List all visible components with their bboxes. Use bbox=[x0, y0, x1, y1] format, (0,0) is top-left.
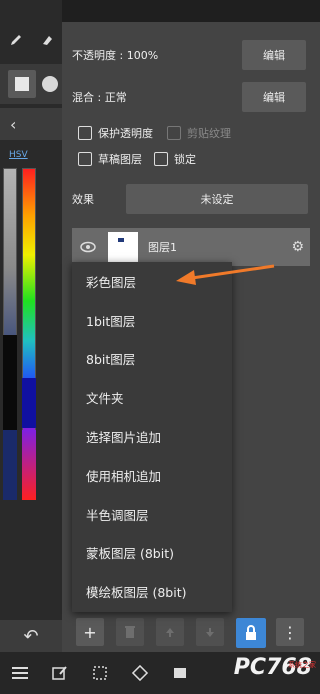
hue-slider-lower bbox=[22, 430, 36, 500]
collapse-button[interactable]: ‹ bbox=[0, 108, 62, 140]
undo-button[interactable]: ↶ bbox=[0, 620, 62, 652]
edit-icon[interactable] bbox=[50, 663, 70, 683]
menu-item-stencil-layer[interactable]: 模绘板图层 (8bit) bbox=[72, 572, 232, 611]
draft-layer-label: 草稿图层 bbox=[98, 153, 142, 166]
hue-slider-highlight bbox=[22, 378, 36, 428]
draft-layer-checkbox[interactable] bbox=[78, 152, 92, 166]
arrow-up-icon bbox=[166, 628, 174, 637]
effect-button[interactable]: 未设定 bbox=[126, 184, 308, 214]
rotate-icon[interactable] bbox=[130, 663, 150, 683]
undo-icon: ↶ bbox=[23, 625, 39, 647]
tool-column: ‹ HSV ↶ bbox=[0, 0, 62, 652]
clipping-label: 剪贴纹理 bbox=[187, 127, 231, 140]
hsv-tab[interactable]: HSV bbox=[9, 150, 28, 160]
blend-label: 混合 : 正常 bbox=[72, 91, 127, 104]
move-down-button[interactable] bbox=[196, 618, 224, 646]
menu-item-8bit-layer[interactable]: 8bit图层 bbox=[72, 340, 232, 379]
lock-checkbox[interactable] bbox=[154, 152, 168, 166]
chevron-left-icon: ‹ bbox=[10, 114, 17, 134]
layers-icon[interactable] bbox=[170, 663, 190, 683]
more-button[interactable]: ⋮ bbox=[276, 618, 304, 646]
menu-item-mask-layer[interactable]: 蒙板图层 (8bit) bbox=[72, 534, 232, 573]
menu-item-1bit-layer[interactable]: 1bit图层 bbox=[72, 301, 232, 340]
opacity-label: 不透明度 : 100% bbox=[72, 49, 159, 62]
checkbox-row-1: 保护透明度 剪贴纹理 bbox=[62, 122, 320, 144]
blend-edit-button[interactable]: 编辑 bbox=[242, 82, 306, 112]
arrow-down-icon bbox=[206, 628, 214, 637]
watermark-sub: 系统之家 bbox=[288, 661, 316, 669]
circle-icon[interactable] bbox=[42, 76, 58, 92]
annotation-arrow bbox=[176, 264, 275, 285]
delete-layer-button[interactable] bbox=[116, 618, 144, 646]
layer-thumbnail bbox=[108, 232, 138, 262]
checkbox-row-2: 草稿图层 锁定 bbox=[62, 148, 320, 170]
trash-icon bbox=[125, 626, 135, 638]
app-root: ‹ HSV ↶ 不透明度 : 100% 编辑 混合 : 正常 编辑 保护透明度 … bbox=[0, 0, 320, 694]
menu-icon[interactable] bbox=[10, 663, 30, 683]
lock-button[interactable] bbox=[236, 618, 266, 648]
eye-icon[interactable] bbox=[76, 241, 100, 253]
clipping-checkbox bbox=[167, 126, 181, 140]
new-layer-menu: 彩色图层 1bit图层 8bit图层 文件夹 选择图片追加 使用相机追加 半色调… bbox=[72, 262, 232, 612]
select-icon[interactable] bbox=[90, 663, 110, 683]
lock-icon bbox=[246, 625, 256, 640]
value-slider-lower bbox=[3, 430, 17, 500]
gear-icon[interactable]: ⚙ bbox=[291, 239, 304, 255]
square-icon[interactable] bbox=[8, 70, 36, 98]
move-up-button[interactable] bbox=[156, 618, 184, 646]
layer-name: 图层1 bbox=[148, 241, 177, 254]
protect-alpha-label: 保护透明度 bbox=[98, 127, 153, 140]
protect-alpha-checkbox[interactable] bbox=[78, 126, 92, 140]
plus-icon: + bbox=[83, 622, 97, 642]
menu-item-folder[interactable]: 文件夹 bbox=[72, 378, 232, 417]
menu-item-add-image[interactable]: 选择图片追加 bbox=[72, 417, 232, 456]
tool-row bbox=[0, 22, 62, 62]
add-layer-button[interactable]: + bbox=[76, 618, 104, 646]
opacity-edit-button[interactable]: 编辑 bbox=[242, 40, 306, 70]
shape-row bbox=[0, 64, 62, 104]
pen-icon[interactable] bbox=[8, 32, 24, 52]
lock-label: 锁定 bbox=[174, 153, 196, 166]
effect-label: 效果 bbox=[72, 193, 94, 206]
menu-item-halftone-layer[interactable]: 半色调图层 bbox=[72, 495, 232, 534]
eraser-icon[interactable] bbox=[39, 32, 55, 52]
value-slider-dark bbox=[3, 335, 17, 430]
more-icon: ⋮ bbox=[282, 622, 298, 642]
menu-item-add-camera[interactable]: 使用相机追加 bbox=[72, 456, 232, 495]
